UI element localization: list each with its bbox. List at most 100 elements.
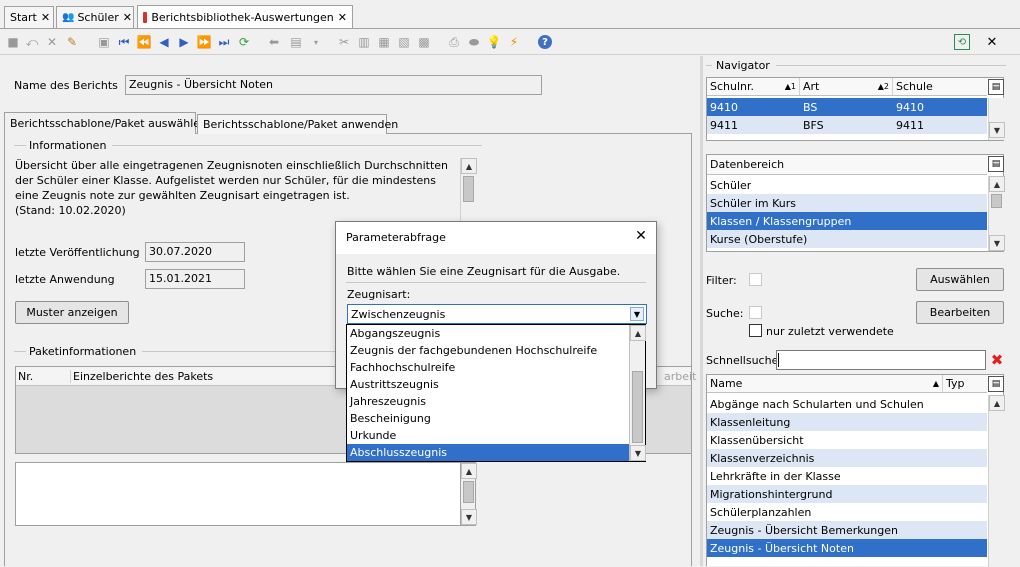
subtab-anwenden[interactable]: Berichtsschablone/Paket anwenden [197,114,398,134]
info-scrollbar[interactable]: ▲ [460,158,477,228]
col-art[interactable]: Art ▲2 [800,78,893,95]
list-item[interactable]: Schüler im Kurs [707,194,987,212]
edit-icon[interactable]: ✎ [64,34,80,50]
paste-icon[interactable]: ▦ [376,34,392,50]
column-chooser-icon[interactable]: ▤ [988,79,1004,95]
tab-schueler[interactable]: 👥 Schüler ✕ [56,6,134,28]
list-item[interactable]: Klassen / Klassengruppen [707,212,987,230]
prev-page-icon[interactable]: ⏪ [136,34,152,50]
dropdown-option[interactable]: Zeugnis der fachgebundenen Hochschulreif… [347,342,629,359]
dropdown-option[interactable]: Bescheinigung [347,410,629,427]
clear-search-icon[interactable]: ✖ [988,351,1006,369]
prev-icon[interactable]: ◀ [156,34,172,50]
muster-anzeigen-button[interactable]: Muster anzeigen [15,301,129,324]
cut-icon[interactable]: ✂ [336,34,352,50]
preview-icon[interactable]: ⬬ [466,34,482,50]
back-arrow-icon[interactable]: ⬅ [266,34,282,50]
clipboard-icon[interactable]: ▧ [396,34,412,50]
list-item[interactable]: Zeugnis - Übersicht Noten [707,539,987,557]
dropdown-option[interactable]: Urkunde [347,427,629,444]
broom-icon[interactable]: ⚡ [506,34,522,50]
scroll-up-icon[interactable]: ▲ [630,325,646,341]
col-typ[interactable]: Typ [943,375,987,392]
last-icon[interactable]: ⏭ [216,34,232,50]
list-item[interactable]: Klassenverzeichnis [707,449,987,467]
dialog-close-icon[interactable]: ✕ [632,227,650,245]
zeugnisart-select[interactable]: Zwischenzeugnis ▼ [347,304,647,324]
scroll-thumb[interactable] [463,481,474,503]
recent-checkbox[interactable] [749,324,762,337]
list-item[interactable]: Klassenleitung [707,413,987,431]
school-scrollbar[interactable]: ▼ [988,98,1005,140]
scroll-up-icon[interactable]: ▲ [989,395,1005,411]
refresh-icon[interactable]: ⟳ [236,34,252,50]
column-chooser-icon[interactable]: ▤ [988,376,1004,392]
tab-start[interactable]: Start ✕ [4,6,54,28]
table-row[interactable]: 9410 BS 9410 [707,98,987,116]
dropdown-option[interactable]: Fachhochschulreife [347,359,629,376]
brush-icon[interactable]: ▩ [416,34,432,50]
scroll-up-icon[interactable]: ▲ [461,158,477,174]
list-item[interactable]: Zeugnis - Übersicht Bemerkungen [707,521,987,539]
column-chooser-icon[interactable]: ▤ [988,156,1004,172]
table-row[interactable]: 9411 BFS 9411 [707,116,987,134]
new-document-icon[interactable]: ▤ [288,34,304,50]
chevron-down-icon[interactable]: ▼ [630,307,644,321]
dropdown-arrow-icon[interactable]: ▾ [308,34,324,50]
first-icon[interactable]: ⏮ [116,34,132,50]
list-item[interactable]: Abgänge nach Schularten und Schulen [707,395,987,413]
filter-checkbox[interactable] [749,273,762,286]
copy-icon[interactable]: ▣ [96,34,112,50]
sync-icon[interactable]: ⟲ [954,34,970,50]
list-item[interactable]: Lehrkräfte in der Klasse [707,467,987,485]
close-icon[interactable]: ✕ [41,11,50,24]
list-item[interactable]: Schüler [707,176,987,194]
report-list-scrollbar[interactable]: ▲ [988,395,1005,567]
schnellsuche-input[interactable] [776,350,986,370]
scroll-down-icon[interactable]: ▼ [989,122,1005,138]
list-item[interactable]: Klassenübersicht [707,431,987,449]
cancel-icon[interactable]: ✕ [44,34,60,50]
datenbereich-scrollbar[interactable]: ▲ ▼ [988,176,1005,251]
list-item[interactable]: Schülerplanzahlen [707,503,987,521]
tab-berichtsbibliothek[interactable]: Berichtsbibliothek-Auswertungen ✕ [137,5,353,28]
scroll-down-icon[interactable]: ▼ [630,445,646,461]
report-name-field[interactable]: Zeugnis - Übersicht Noten [125,75,542,95]
help-icon[interactable]: ? [538,35,552,49]
dropdown-scrollbar[interactable]: ▲ ▼ [629,325,646,461]
auswaehlen-button[interactable]: Auswählen [916,268,1004,291]
dropdown-option[interactable]: Abgangszeugnis [347,325,629,342]
scroll-up-icon[interactable]: ▲ [989,176,1005,192]
subtab-auswaehlen[interactable]: Berichtsschablone/Paket auswählen [4,112,207,134]
dropdown-option[interactable]: Abschlusszeugnis [347,444,629,461]
scroll-thumb[interactable] [632,371,643,443]
scroll-down-icon[interactable]: ▼ [461,509,477,525]
lightbulb-icon[interactable]: 💡 [486,34,502,50]
sort-asc-icon: ▲2 [877,82,889,91]
copy-paste-icon[interactable]: ▥ [356,34,372,50]
close-icon[interactable]: ✕ [123,11,132,24]
package-group-header: Paketinformationen [14,345,343,358]
print-icon[interactable]: ⎙ [446,34,462,50]
item-label: Klassen / Klassengruppen [710,214,852,228]
scroll-down-icon[interactable]: ▼ [989,235,1005,251]
close-panel-icon[interactable]: ✕ [984,34,1000,50]
next-icon[interactable]: ▶ [176,34,192,50]
dropdown-option[interactable]: Jahreszeugnis [347,393,629,410]
list-item[interactable]: Kurse (Oberstufe) [707,230,987,248]
scroll-thumb[interactable] [463,176,474,202]
bearbeiten-button[interactable]: Bearbeiten [916,301,1004,324]
suche-checkbox[interactable] [749,306,762,319]
close-icon[interactable]: ✕ [338,11,347,24]
next-page-icon[interactable]: ⏩ [196,34,212,50]
save-icon[interactable]: ■ [5,34,21,50]
scroll-thumb[interactable] [991,194,1002,208]
col-name[interactable]: Name ▲ [707,375,943,392]
col-schulnr[interactable]: Schulnr. ▲1 [707,78,800,95]
col-schule[interactable]: Schule [893,78,987,95]
dropdown-option[interactable]: Austrittszeugnis [347,376,629,393]
package-scrollbar[interactable]: ▲ ▼ [460,462,477,526]
list-item[interactable]: Migrationshintergrund [707,485,987,503]
undo-icon[interactable]: ⤺ [24,34,40,50]
scroll-up-icon[interactable]: ▲ [461,463,477,479]
